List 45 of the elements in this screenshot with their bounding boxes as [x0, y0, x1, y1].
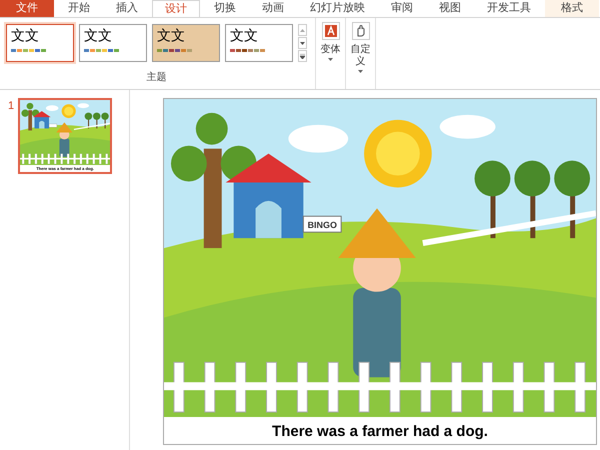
- sun: [62, 104, 76, 118]
- variant-button[interactable]: 变体: [316, 18, 346, 89]
- up-caret-icon: [300, 28, 305, 32]
- theme-thumbnail[interactable]: 文文: [152, 24, 220, 62]
- signboard: [302, 216, 342, 233]
- color-swatches: [84, 49, 119, 52]
- hand-icon: [352, 22, 370, 40]
- caret-icon: [300, 42, 305, 44]
- color-swatches: [230, 49, 265, 52]
- house: [32, 111, 51, 128]
- scroll-down-button[interactable]: [298, 37, 307, 49]
- theme-thumbnail[interactable]: 文文: [79, 24, 147, 62]
- ribbon-tab[interactable]: 动画: [250, 0, 296, 17]
- caret-icon: [328, 58, 333, 61]
- ribbon-tab[interactable]: 开发工具: [475, 0, 543, 17]
- color-swatches: [11, 49, 46, 52]
- ribbon-tab[interactable]: 幻灯片放映: [298, 0, 377, 17]
- slide-number: 1: [8, 99, 14, 114]
- font-icon: [322, 22, 340, 40]
- color-swatches: [157, 49, 192, 52]
- cloud: [78, 103, 90, 108]
- cloud: [46, 105, 58, 111]
- ribbon-tab[interactable]: 格式: [545, 0, 599, 17]
- slide-caption: There was a farmer had a dog.: [271, 422, 489, 442]
- cloud: [288, 124, 348, 153]
- group-label: 主题: [146, 70, 166, 85]
- theme-thumbnail[interactable]: 文文: [6, 24, 74, 62]
- signboard: [49, 124, 58, 128]
- ribbon-tab[interactable]: 文件: [0, 0, 54, 17]
- caret-icon: [358, 70, 363, 73]
- cloud: [440, 114, 496, 139]
- customize-button[interactable]: 自定义: [346, 18, 376, 89]
- ribbon-tab[interactable]: 开始: [56, 0, 102, 17]
- ribbon-tab[interactable]: 切换: [202, 0, 248, 17]
- sign-text: BINGO: [308, 220, 337, 230]
- farmer: [56, 122, 73, 157]
- sun: [364, 120, 432, 188]
- ribbon-tab[interactable]: 视图: [427, 0, 473, 17]
- theme-thumbnail[interactable]: 文文: [225, 24, 293, 62]
- ribbon-tab[interactable]: 设计: [152, 0, 200, 17]
- ribbon-tab[interactable]: 审阅: [379, 0, 425, 17]
- more-button[interactable]: [298, 50, 307, 62]
- tree: [22, 102, 40, 130]
- expand-icon: [300, 54, 305, 58]
- ribbon-tab[interactable]: 插入: [104, 0, 150, 17]
